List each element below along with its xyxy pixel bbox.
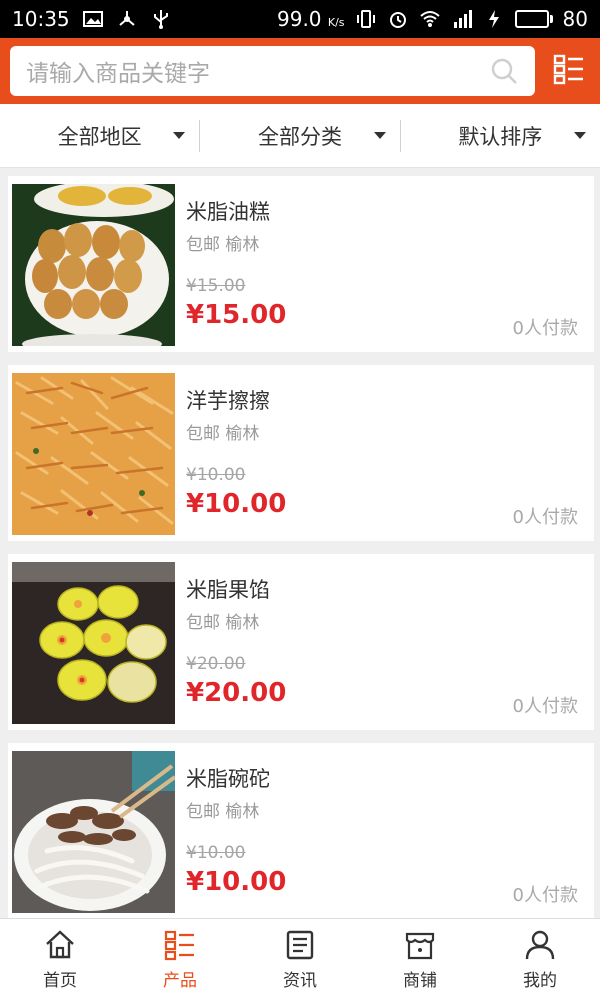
product-meta: 包邮 榆林 <box>186 235 260 255</box>
product-sales: 0人付款 <box>512 318 578 339</box>
product-sales: 0人付款 <box>512 507 578 528</box>
filter-sort[interactable]: 默认排序 <box>399 119 600 152</box>
nav-home-label: 首页 <box>43 971 77 991</box>
bottom-nav: 首页 产品 资讯 商铺 我的 <box>0 918 600 1000</box>
product-name: 米脂果馅 <box>186 578 270 602</box>
nav-store-label: 商铺 <box>403 971 437 991</box>
product-sales: 0人付款 <box>512 885 578 906</box>
product-price: ¥10.00 <box>186 489 287 519</box>
product-card[interactable]: 米脂油糕 包邮 榆林 ¥15.00 ¥15.00 0人付款 <box>8 176 594 352</box>
caret-down-icon <box>573 131 586 139</box>
search-input[interactable]: 请输入商品关键字 <box>10 46 535 96</box>
product-list: 米脂油糕 包邮 榆林 ¥15.00 ¥15.00 0人付款 洋芋擦擦 包邮 榆林… <box>0 168 600 918</box>
filter-region-label: 全部地区 <box>57 124 142 149</box>
product-sales: 0人付款 <box>512 696 578 717</box>
product-image <box>12 184 175 346</box>
product-price: ¥15.00 <box>186 300 287 330</box>
product-image <box>12 373 175 535</box>
product-image <box>12 562 175 724</box>
battery-indicator <box>514 10 553 28</box>
nav-mine-label: 我的 <box>523 971 557 991</box>
home-icon <box>43 928 77 962</box>
product-card[interactable]: 米脂果馅 包邮 榆林 ¥20.00 ¥20.00 0人付款 <box>8 554 594 730</box>
product-image <box>12 751 175 913</box>
product-meta: 包邮 榆林 <box>186 424 260 444</box>
nav-store[interactable]: 商铺 <box>360 919 480 1000</box>
charging-icon <box>483 8 505 30</box>
filter-bar: 全部地区 全部分类 默认排序 <box>0 104 600 168</box>
filter-sort-label: 默认排序 <box>458 124 543 149</box>
product-price: ¥10.00 <box>186 867 287 897</box>
nav-products-label: 产品 <box>163 971 197 991</box>
product-meta: 包邮 榆林 <box>186 802 260 822</box>
status-time: 10:35 <box>12 7 70 31</box>
nav-news[interactable]: 资讯 <box>240 919 360 1000</box>
network-speed: 99.0 K/s <box>277 7 345 31</box>
caret-down-icon <box>373 131 386 139</box>
product-list-icon <box>163 928 197 962</box>
product-name: 米脂碗砣 <box>186 767 270 791</box>
product-original-price: ¥10.00 <box>186 843 246 863</box>
product-name: 米脂油糕 <box>186 200 270 224</box>
list-menu-icon <box>553 53 585 89</box>
usb-icon <box>150 8 172 30</box>
vibrate-icon <box>355 8 377 30</box>
store-icon <box>403 928 437 962</box>
nav-products[interactable]: 产品 <box>120 919 240 1000</box>
category-menu-button[interactable] <box>549 51 589 91</box>
filter-category-label: 全部分类 <box>257 124 342 149</box>
product-original-price: ¥20.00 <box>186 654 246 674</box>
battery-level: 80 <box>562 7 588 31</box>
user-icon <box>523 928 557 962</box>
alarm-icon <box>387 8 409 30</box>
product-original-price: ¥10.00 <box>186 465 246 485</box>
image-icon <box>82 8 104 30</box>
header-bar: 请输入商品关键字 <box>0 38 600 104</box>
nav-news-label: 资讯 <box>283 971 317 991</box>
search-icon[interactable] <box>489 56 519 86</box>
wifi-icon <box>419 8 441 30</box>
nav-home[interactable]: 首页 <box>0 919 120 1000</box>
filter-category[interactable]: 全部分类 <box>199 119 399 152</box>
product-meta: 包邮 榆林 <box>186 613 260 633</box>
product-name: 洋芋擦擦 <box>186 389 270 413</box>
signal-4g-icon <box>451 8 473 30</box>
search-placeholder: 请输入商品关键字 <box>26 61 210 87</box>
product-price: ¥20.00 <box>186 678 287 708</box>
caret-down-icon <box>173 131 186 139</box>
product-card[interactable]: 洋芋擦擦 包邮 榆林 ¥10.00 ¥10.00 0人付款 <box>8 365 594 541</box>
share-icon <box>116 8 138 30</box>
product-card[interactable]: 米脂碗砣 包邮 榆林 ¥10.00 ¥10.00 0人付款 <box>8 743 594 918</box>
nav-mine[interactable]: 我的 <box>480 919 600 1000</box>
status-bar: 10:35 99.0 K/s 80 <box>0 0 600 38</box>
filter-region[interactable]: 全部地区 <box>0 120 199 152</box>
news-icon <box>283 928 317 962</box>
product-original-price: ¥15.00 <box>186 276 246 296</box>
